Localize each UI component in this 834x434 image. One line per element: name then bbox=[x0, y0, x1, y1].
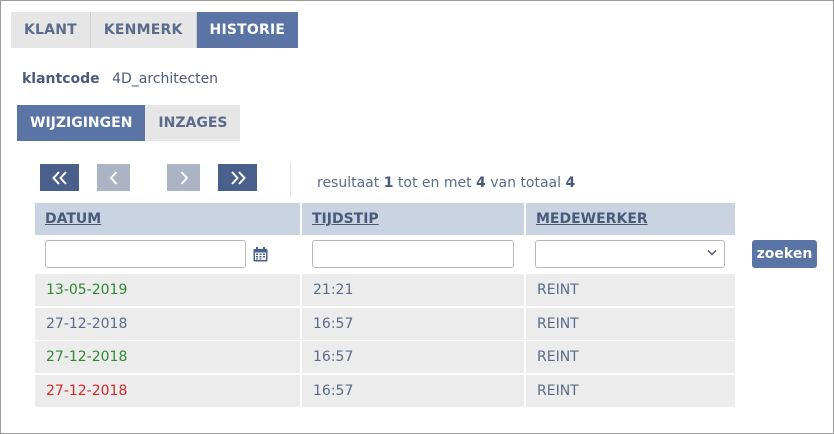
klantcode-value: 4D_architecten bbox=[112, 71, 219, 87]
tijdstip-cell: 16:57 bbox=[302, 308, 524, 340]
tijdstip-filter-input[interactable] bbox=[312, 240, 514, 268]
medewerker-cell: REINT bbox=[526, 308, 735, 340]
datum-filter-input[interactable] bbox=[45, 240, 246, 268]
result-mid: tot en met bbox=[397, 175, 472, 191]
pager-divider bbox=[290, 163, 291, 197]
tab-historie[interactable]: HISTORIE bbox=[196, 12, 299, 48]
column-header-tijdstip: TIJDSTIP bbox=[302, 203, 524, 235]
tab-klant[interactable]: KLANT bbox=[11, 12, 91, 48]
klantcode-label: klantcode bbox=[22, 71, 100, 87]
column-header-datum: DATUM bbox=[35, 203, 300, 235]
tab-inzages[interactable]: INZAGES bbox=[145, 105, 241, 141]
sub-tabs: WIJZIGINGEN INZAGES bbox=[17, 105, 241, 141]
chevron-down-icon bbox=[707, 249, 717, 256]
medewerker-cell: REINT bbox=[526, 341, 735, 373]
chevron-right-icon bbox=[180, 170, 188, 185]
tijdstip-cell: 16:57 bbox=[302, 375, 524, 407]
result-total-label: van totaal bbox=[490, 175, 562, 191]
medewerker-cell: REINT bbox=[526, 375, 735, 407]
result-prefix: resultaat bbox=[317, 175, 380, 191]
tijdstip-cell: 16:57 bbox=[302, 341, 524, 373]
calendar-icon[interactable] bbox=[253, 247, 268, 262]
datum-cell: 13-05-2019 bbox=[35, 274, 300, 306]
datum-cell: 27-12-2018 bbox=[35, 308, 300, 340]
table-row[interactable]: 27-12-2018 16:57 REINT bbox=[35, 375, 735, 407]
table-row[interactable]: 13-05-2019 21:21 REINT bbox=[35, 274, 735, 306]
zoeken-button[interactable]: zoeken bbox=[752, 240, 817, 268]
klantcode-line: klantcode 4D_architecten bbox=[22, 71, 218, 87]
column-header-medewerker: MEDEWERKER bbox=[526, 203, 735, 235]
double-chevron-left-icon bbox=[51, 170, 67, 185]
double-chevron-right-icon bbox=[230, 170, 246, 185]
chevron-left-icon bbox=[109, 170, 117, 185]
prev-page-button[interactable] bbox=[97, 164, 130, 191]
sort-medewerker-link[interactable]: MEDEWERKER bbox=[536, 211, 648, 227]
last-page-button[interactable] bbox=[218, 164, 257, 191]
result-total: 4 bbox=[565, 175, 576, 191]
result-to: 4 bbox=[476, 175, 486, 191]
table-row[interactable]: 27-12-2018 16:57 REINT bbox=[35, 308, 735, 340]
medewerker-cell: REINT bbox=[526, 274, 735, 306]
datum-cell: 27-12-2018 bbox=[35, 375, 300, 407]
result-count: resultaat 1 tot en met 4 van totaal 4 bbox=[317, 175, 575, 191]
result-from: 1 bbox=[383, 175, 394, 191]
sort-datum-link[interactable]: DATUM bbox=[45, 211, 101, 227]
tab-kenmerk[interactable]: KENMERK bbox=[90, 12, 197, 48]
table-row[interactable]: 27-12-2018 16:57 REINT bbox=[35, 341, 735, 373]
first-page-button[interactable] bbox=[40, 164, 79, 191]
medewerker-filter-select[interactable] bbox=[535, 240, 725, 268]
sort-tijdstip-link[interactable]: TIJDSTIP bbox=[312, 211, 379, 227]
main-tabs: KLANT KENMERK HISTORIE bbox=[11, 12, 299, 48]
next-page-button[interactable] bbox=[167, 164, 200, 191]
tijdstip-cell: 21:21 bbox=[302, 274, 524, 306]
datum-cell: 27-12-2018 bbox=[35, 341, 300, 373]
tab-wijzigingen[interactable]: WIJZIGINGEN bbox=[17, 105, 146, 141]
